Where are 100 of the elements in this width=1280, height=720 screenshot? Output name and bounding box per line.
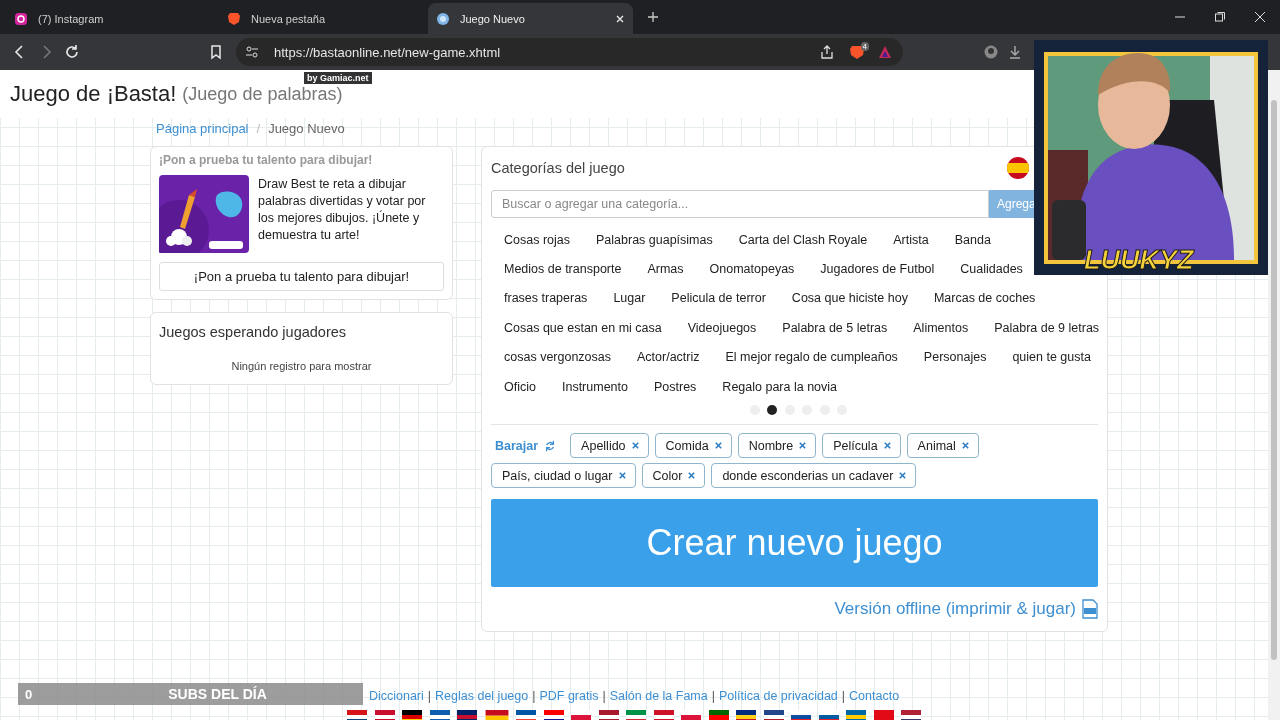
promo-heading: ¡Pon a prueba tu talento para dibujar! [159, 153, 374, 167]
subs-count: 0 [25, 686, 33, 702]
category-option[interactable]: Palabras guapísimas [583, 232, 726, 247]
category-option[interactable]: Armas [634, 262, 697, 277]
footer-link[interactable]: Contacto [849, 689, 900, 703]
category-option[interactable]: Artista [880, 232, 942, 247]
notification-badge: 4 [860, 41, 869, 51]
flag-icon[interactable] [708, 710, 729, 720]
category-option[interactable]: Pelicula de terror [658, 291, 779, 306]
share-icon[interactable] [818, 44, 835, 60]
flag-icon[interactable] [901, 710, 921, 720]
restore-icon[interactable] [1214, 11, 1226, 23]
address-bar[interactable]: https://bastaonline.net/new-game.xhtml 4 [236, 38, 903, 66]
category-option[interactable]: Carta del Clash Royale [725, 232, 881, 247]
category-option[interactable]: Postres [640, 379, 710, 394]
category-option[interactable]: Palabra de 9 letras [981, 320, 1113, 335]
refresh-icon[interactable] [544, 439, 557, 452]
category-option[interactable]: Oficio [491, 379, 549, 394]
breadcrumb-link[interactable]: Página principal [156, 120, 249, 136]
flag-icon[interactable] [429, 710, 450, 720]
close-icon[interactable] [1254, 11, 1266, 23]
page-title: Juego de ¡Basta! [10, 81, 177, 107]
link-separator: | [427, 689, 432, 703]
category-option[interactable]: Marcas de coches [920, 291, 1049, 306]
footer-link[interactable]: Reglas del juego [435, 689, 529, 703]
browser-tab[interactable]: (7) Instagram [6, 3, 211, 34]
remove-icon[interactable] [713, 441, 723, 451]
remove-icon[interactable] [898, 471, 908, 481]
page-dot[interactable] [767, 405, 778, 416]
category-tag[interactable]: Película [822, 433, 901, 459]
site-badge: by Gamiac.net [304, 72, 372, 84]
category-option[interactable]: Regalo para la novia [709, 379, 851, 394]
plus-icon[interactable] [647, 11, 659, 23]
flag-icon[interactable] [374, 710, 395, 720]
remove-icon[interactable] [960, 441, 970, 451]
flag-icon[interactable] [763, 710, 784, 720]
bookmark-icon[interactable] [208, 44, 224, 60]
category-option[interactable]: cosas vergonzosas [491, 350, 624, 365]
category-option[interactable]: Cualidades [947, 262, 1036, 277]
category-tag[interactable]: Nombre [737, 433, 817, 459]
category-option[interactable]: Medios de transporte [491, 262, 635, 277]
scrollbar[interactable] [1268, 70, 1280, 720]
flag-icon[interactable] [347, 710, 367, 720]
category-search-field[interactable]: Buscar o agregar una categoría... [491, 190, 989, 218]
category-tag[interactable]: Animal [906, 433, 979, 459]
pdf-icon[interactable] [1082, 599, 1098, 620]
footer-link[interactable]: Política de privacidad [718, 689, 838, 703]
remove-icon[interactable] [882, 441, 892, 451]
category-option[interactable]: frases traperas [491, 291, 601, 306]
category-option[interactable]: Cosas rojas [491, 232, 583, 247]
category-option[interactable]: Videojuegos [674, 320, 770, 335]
breadcrumb-separator: / [256, 120, 261, 136]
footer-link[interactable]: Salón de la Fama [609, 689, 708, 703]
category-tag[interactable]: Apellido [570, 433, 649, 459]
category-option[interactable]: Palabra de 5 letras [769, 320, 901, 335]
category-option[interactable]: Banda [941, 232, 1004, 247]
category-option[interactable]: El mejor regalo de cumpleaños [712, 350, 911, 365]
offline-version-link[interactable]: Versión offline (imprimir & jugar) [834, 599, 1076, 620]
category-tag[interactable]: País, ciudad o lugar [491, 463, 636, 489]
flag-icon[interactable] [543, 710, 564, 720]
flag-icon[interactable] [598, 710, 619, 720]
category-tag[interactable]: Color [641, 463, 706, 489]
category-option[interactable]: Jugadores de Futbol [807, 262, 948, 277]
reload-icon[interactable] [64, 44, 80, 60]
flag-icon[interactable] [402, 710, 422, 720]
category-option[interactable]: quien te gusta [999, 350, 1104, 365]
shield-icon[interactable] [848, 44, 865, 60]
remove-icon[interactable] [617, 471, 627, 481]
flag-icon[interactable] [736, 710, 756, 720]
browser-tab[interactable]: Juego Nuevo [428, 3, 633, 34]
remove-icon[interactable] [687, 471, 697, 481]
globe-icon [436, 11, 450, 26]
footer-link[interactable]: Diccionari [368, 689, 424, 703]
remove-icon[interactable] [630, 441, 640, 451]
browser-tab[interactable]: Nueva pestaña [219, 3, 424, 34]
close-icon[interactable] [615, 13, 625, 24]
category-tag[interactable]: Comida [654, 433, 732, 459]
breadcrumb-current: Juego Nuevo [268, 120, 345, 136]
category-option[interactable]: Onomatopeyas [696, 262, 808, 277]
category-option[interactable]: Lugar [600, 291, 659, 306]
card-title: Categorías del juego [491, 160, 625, 176]
category-option[interactable]: Instrumento [548, 379, 641, 394]
remove-icon[interactable] [798, 441, 808, 451]
flag-icon[interactable] [791, 710, 811, 720]
category-option[interactable]: Actor/actriz [624, 350, 713, 365]
category-option[interactable]: Cosa que hiciste hoy [778, 291, 921, 306]
category-option[interactable]: Alimentos [900, 320, 982, 335]
flag-icon[interactable] [1007, 157, 1029, 179]
empty-message: Ningún registro para mostrar [230, 360, 373, 372]
page-subtitle: (Juego de palabras) [182, 83, 343, 105]
triangle-icon[interactable] [877, 44, 893, 60]
flag-icon[interactable] [818, 710, 839, 720]
flag-icon[interactable] [516, 710, 536, 720]
category-option[interactable]: Personajes [910, 350, 1000, 365]
footer-link[interactable]: PDF gratis [539, 689, 599, 703]
category-option[interactable]: Cosas que estan en mi casa [491, 320, 675, 335]
category-tag[interactable]: donde esconderias un cadaver [711, 463, 917, 489]
download-icon[interactable] [1007, 44, 1023, 60]
sliders-icon[interactable] [244, 44, 260, 60]
promo-button[interactable]: ¡Pon a prueba tu talento para dibujar! [159, 262, 444, 291]
